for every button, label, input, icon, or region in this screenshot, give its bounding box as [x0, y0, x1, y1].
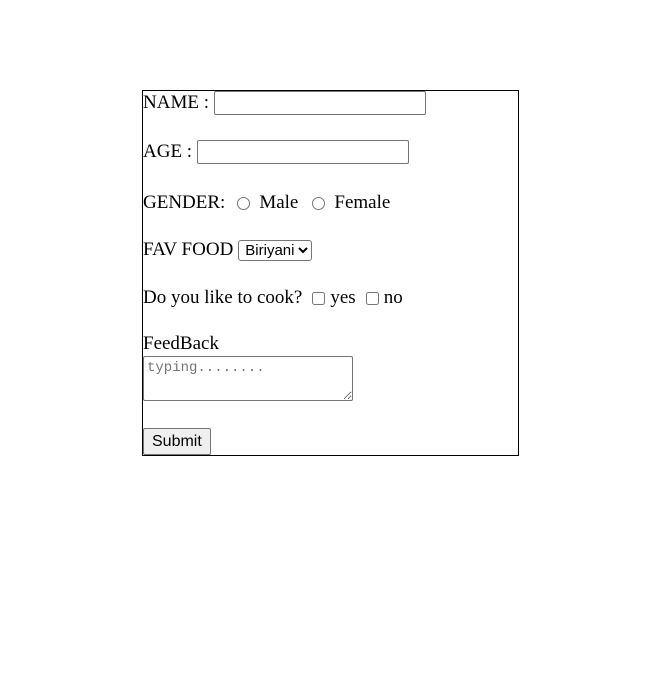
name-row: NAME :	[143, 91, 426, 115]
gender-female-label: Female	[334, 192, 391, 213]
age-input[interactable]	[197, 140, 410, 164]
name-input[interactable]	[213, 91, 426, 115]
feedback-row: FeedBack	[143, 333, 219, 355]
cook-question-label: Do you like to cook?	[143, 287, 303, 308]
fav-food-label: FAV FOOD	[143, 239, 234, 260]
submit-button[interactable]: Submit	[143, 428, 211, 455]
name-label: NAME :	[143, 92, 209, 113]
age-row: AGE :	[143, 140, 410, 164]
gender-row: GENDER: Male Female	[143, 192, 390, 214]
gender-female-radio[interactable]	[312, 196, 326, 210]
cook-no-label: no	[383, 287, 403, 308]
fav-food-select[interactable]: Biriyani	[238, 239, 313, 261]
gender-label: GENDER:	[143, 192, 226, 213]
gender-male-label: Male	[259, 192, 299, 213]
gender-male-radio[interactable]	[237, 196, 251, 210]
cook-yes-label: yes	[330, 287, 356, 308]
age-label: AGE :	[143, 141, 193, 162]
feedback-label: FeedBack	[143, 333, 219, 354]
cook-yes-checkbox[interactable]	[312, 291, 326, 305]
registration-form: NAME : AGE : GENDER: Male Female FAV FOO…	[142, 90, 519, 456]
cook-row: Do you like to cook? yes no	[143, 287, 403, 309]
cook-no-checkbox[interactable]	[365, 291, 379, 305]
fav-food-row: FAV FOOD Biriyani	[143, 239, 313, 261]
feedback-textarea[interactable]	[143, 356, 353, 401]
